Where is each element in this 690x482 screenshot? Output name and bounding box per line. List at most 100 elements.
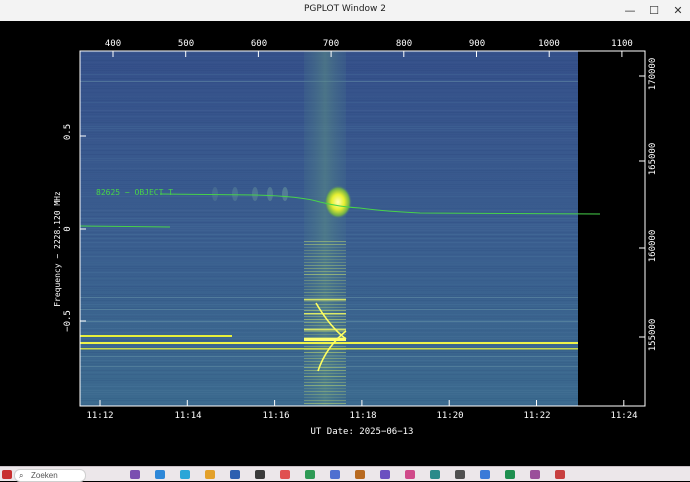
taskbar-app-14-icon[interactable] [455, 470, 465, 479]
column-line [304, 397, 346, 398]
top-tick-label: 400 [105, 39, 121, 49]
column-hot-line [304, 338, 346, 341]
plot-area: 82625 − OBJECT T 400 500 600 700 800 900… [0, 21, 690, 466]
faint-blob [212, 187, 218, 201]
column-line [304, 286, 346, 287]
column-line [304, 364, 346, 365]
column-line [304, 295, 346, 296]
bottom-tick-label: 11:12 [86, 411, 113, 421]
taskbar-app-12-icon[interactable] [405, 470, 415, 479]
column-line [304, 391, 346, 392]
taskbar-app-2-icon[interactable] [155, 470, 165, 479]
column-line [304, 403, 346, 404]
faint-blob [252, 187, 258, 201]
y-axis-title: Frequency − 2228.120 MHz [53, 191, 62, 307]
taskbar-app-5-icon[interactable] [230, 470, 240, 479]
left-tick-label: 0.5 [63, 124, 73, 140]
top-tick-label: 1100 [611, 39, 633, 49]
column-line [304, 322, 346, 323]
column-line [304, 277, 346, 278]
column-line [304, 250, 346, 251]
column-line [304, 376, 346, 377]
column-line [304, 307, 346, 308]
taskbar-app-18-icon[interactable] [555, 470, 565, 479]
bottom-tick-label: 11:18 [349, 411, 376, 421]
start-icon[interactable] [2, 470, 12, 479]
column-line [304, 352, 346, 353]
taskbar-app-1-icon[interactable] [130, 470, 140, 479]
top-tick-label: 500 [178, 39, 194, 49]
column-lines [304, 241, 346, 404]
taskbar-app-9-icon[interactable] [330, 470, 340, 479]
column-line [304, 253, 346, 254]
column-line [304, 241, 346, 242]
taskbar-app-16-icon[interactable] [505, 470, 515, 479]
bottom-tick-label: 11:24 [610, 411, 637, 421]
column-line [304, 298, 346, 299]
column-line [304, 289, 346, 290]
taskbar-app-10-icon[interactable] [355, 470, 365, 479]
window-title: PGPLOT Window 2 [303, 4, 387, 14]
taskbar-app-17-icon[interactable] [530, 470, 540, 479]
column-line [304, 379, 346, 380]
right-tick-label: 160000 [648, 230, 658, 263]
top-tick-label: 900 [469, 39, 485, 49]
taskbar-app-4-icon[interactable] [205, 470, 215, 479]
bottom-tick-label: 11:16 [262, 411, 289, 421]
window-titlebar: PGPLOT Window 2 — ☐ ✕ [0, 0, 690, 22]
column-line [304, 301, 346, 302]
search-box[interactable]: ⌕ Zoeken [14, 469, 86, 482]
taskbar-app-7-icon[interactable] [280, 470, 290, 479]
column-line [304, 244, 346, 245]
column-line [304, 346, 346, 347]
column-line [304, 361, 346, 362]
column-line [304, 358, 346, 359]
right-tick-label: 170000 [648, 58, 658, 91]
column-line [304, 265, 346, 266]
top-tick-label: 700 [323, 39, 339, 49]
right-tick-label: 155000 [648, 319, 658, 352]
column-line [304, 370, 346, 371]
taskbar-app-8-icon[interactable] [305, 470, 315, 479]
faint-blob [232, 187, 238, 201]
column-line [304, 329, 346, 331]
search-placeholder: Zoeken [31, 471, 58, 480]
signal-line-left [80, 335, 232, 337]
bottom-tick-label: 11:14 [174, 411, 201, 421]
signal-line-main [80, 342, 578, 344]
bottom-tick-label: 11:22 [523, 411, 550, 421]
top-tick-label: 800 [396, 39, 412, 49]
taskbar-app-11-icon[interactable] [380, 470, 390, 479]
close-button[interactable]: ✕ [666, 0, 690, 21]
column-line [304, 271, 346, 272]
maximize-button[interactable]: ☐ [642, 0, 666, 21]
column-line [304, 367, 346, 368]
column-line [304, 256, 346, 257]
column-line [304, 328, 346, 329]
column-line [304, 304, 346, 305]
taskbar-app-13-icon[interactable] [430, 470, 440, 479]
top-tick-label: 600 [251, 39, 267, 49]
column-line [304, 325, 346, 326]
column-line [304, 299, 346, 301]
minimize-button[interactable]: — [618, 0, 642, 21]
faint-blob [282, 187, 288, 201]
taskbar-app-15-icon[interactable] [480, 470, 490, 479]
top-tick-label: 1000 [538, 39, 560, 49]
taskbar-app-6-icon[interactable] [255, 470, 265, 479]
column-line [304, 313, 346, 315]
column-line [304, 268, 346, 269]
column-line [304, 274, 346, 275]
column-line [304, 283, 346, 284]
bottom-tick-label: 11:20 [436, 411, 463, 421]
column-line [304, 319, 346, 320]
taskbar-app-3-icon[interactable] [180, 470, 190, 479]
column-line [304, 310, 346, 311]
spectrogram-plot: 82625 − OBJECT T 400 500 600 700 800 900… [53, 39, 658, 437]
left-tick-label: 0 [63, 226, 73, 231]
taskbar: ⌕ Zoeken [0, 466, 690, 482]
column-line [304, 280, 346, 281]
column-line [304, 262, 346, 263]
column-line [304, 259, 346, 260]
column-line [304, 247, 346, 248]
